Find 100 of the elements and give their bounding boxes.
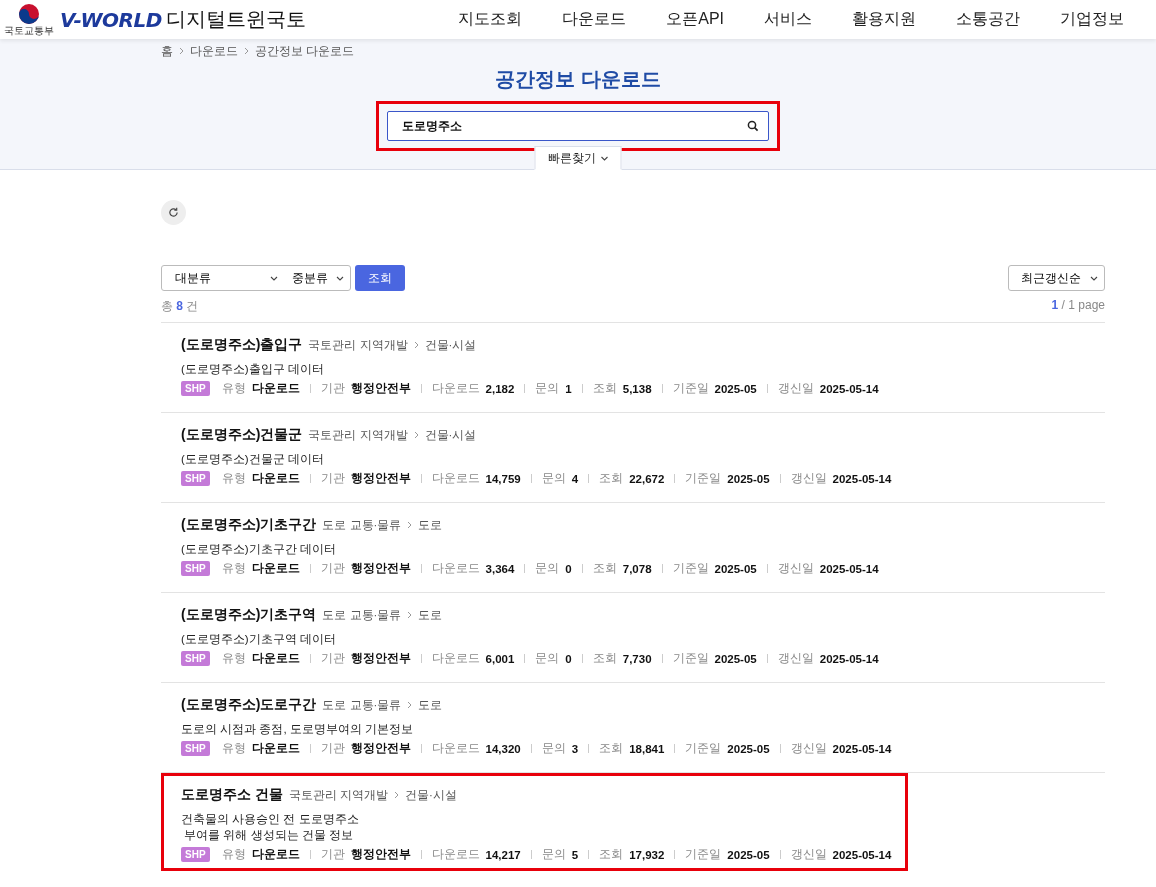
meta-label: 조회 bbox=[592, 651, 617, 666]
quick-find-tab[interactable]: 빠른찾기 bbox=[534, 146, 622, 170]
category-dropdown[interactable]: 대분류 bbox=[162, 266, 284, 290]
meta-label: 갱신일 bbox=[790, 847, 827, 862]
category-path: 건물·시설 bbox=[405, 787, 457, 803]
dataset-title[interactable]: (도로명주소)기초구역 bbox=[181, 606, 317, 624]
meta-value: 2025-05-14 bbox=[832, 742, 892, 755]
meta-value: 3,364 bbox=[485, 562, 515, 575]
meta-value: 다운로드 bbox=[251, 651, 300, 666]
breadcrumb-link[interactable]: 공간정보 다운로드 bbox=[255, 42, 355, 60]
meta-value: 2025-05-14 bbox=[819, 562, 879, 575]
meta-label: 기준일 bbox=[685, 741, 722, 756]
category-path: 국토관리 지역개발 bbox=[308, 337, 408, 353]
meta-label: 조회 bbox=[599, 847, 624, 862]
category-path: 도로 bbox=[418, 607, 443, 623]
meta-label: 유형 bbox=[221, 471, 246, 486]
meta-label: 조회 bbox=[592, 561, 617, 576]
meta-label: 기관 bbox=[320, 651, 345, 666]
result-card[interactable]: (도로명주소)기초구역 도로 교통·물류 도로 (도로명주소)기초구역 데이터 SHP 유형 다운로드 기관 행정안전부 다운로드 6,001 문의 0 조회 7,730 기준일 2025-05 갱신일 2025-05-14 bbox=[161, 593, 908, 682]
refresh-icon bbox=[168, 207, 179, 218]
category-path: 국토관리 지역개발 bbox=[288, 787, 389, 803]
nav-link[interactable]: 소통공간 bbox=[936, 9, 1040, 30]
nav-link[interactable]: 오픈API bbox=[646, 9, 744, 30]
format-badge: SHP bbox=[181, 847, 210, 862]
meta-value: 행정안전부 bbox=[350, 741, 411, 756]
category-path: 도로 bbox=[418, 697, 443, 713]
result-card[interactable]: (도로명주소)도로구간 도로 교통·물류 도로 도로의 시점과 종점, 도로명부여의 기본정보 SHP 유형 다운로드 기관 행정안전부 다운로드 14,320 문의 3 조회 18,841 기준일 2025-05 갱신일 2025-05-14 bbox=[161, 683, 908, 772]
nav-link[interactable]: 기업정보 bbox=[1040, 9, 1144, 30]
meta-label: 문의 bbox=[541, 471, 566, 486]
meta-value: 4 bbox=[571, 472, 579, 485]
result-card[interactable]: (도로명주소)출입구 국토관리 지역개발 건물·시설 (도로명주소)출입구 데이터 SHP 유형 다운로드 기관 행정안전부 다운로드 2,182 문의 1 조회 5,138 기준일 2025-05 갱신일 2025-05-14 bbox=[161, 323, 908, 412]
dataset-title[interactable]: (도로명주소)도로구간 bbox=[181, 696, 317, 714]
dataset-description: (도로명주소)기초구역 데이터 bbox=[181, 632, 337, 647]
meta-label: 조회 bbox=[599, 741, 624, 756]
format-badge: SHP bbox=[181, 561, 210, 576]
subcategory-dropdown[interactable]: 중분류 bbox=[284, 266, 350, 290]
dataset-description: 건축물의 사용승인 전 도로명주소 부여를 위해 생성되는 건물 정보 bbox=[181, 812, 360, 843]
category-path: 도로 교통·물류 bbox=[322, 697, 402, 713]
meta-label: 기준일 bbox=[672, 381, 709, 396]
logo[interactable]: V-WORLD bbox=[60, 7, 162, 32]
dataset-description: (도로명주소)출입구 데이터 bbox=[181, 362, 325, 377]
page-indicator: 1 / 1 page bbox=[1051, 298, 1105, 314]
meta-label: 다운로드 bbox=[431, 381, 480, 396]
refresh-button[interactable] bbox=[161, 200, 186, 225]
nav-link[interactable]: 서비스 bbox=[744, 9, 832, 30]
emblem-icon bbox=[18, 3, 40, 25]
meta-label: 기관 bbox=[320, 741, 345, 756]
dataset-description: (도로명주소)건물군 데이터 bbox=[181, 452, 325, 467]
meta-value: 2025-05 bbox=[727, 742, 770, 755]
meta-label: 기관 bbox=[320, 561, 345, 576]
format-badge: SHP bbox=[181, 651, 210, 666]
dataset-title[interactable]: (도로명주소)건물군 bbox=[181, 426, 303, 444]
meta-value: 행정안전부 bbox=[350, 561, 411, 576]
category-path: 건물·시설 bbox=[424, 337, 477, 353]
nav-link[interactable]: 다운로드 bbox=[542, 9, 647, 30]
meta-value: 7,730 bbox=[622, 652, 652, 665]
search-icon[interactable] bbox=[747, 120, 759, 132]
meta-label: 문의 bbox=[541, 741, 566, 756]
meta-value: 2025-05 bbox=[727, 472, 770, 485]
meta-label: 갱신일 bbox=[790, 471, 827, 486]
dataset-title[interactable]: (도로명주소)기초구간 bbox=[181, 516, 317, 534]
meta-label: 다운로드 bbox=[431, 651, 480, 666]
meta-value: 7,078 bbox=[622, 562, 652, 575]
result-card[interactable]: (도로명주소)건물군 국토관리 지역개발 건물·시설 (도로명주소)건물군 데이터 SHP 유형 다운로드 기관 행정안전부 다운로드 14,759 문의 4 조회 22,672 기준일 2025-05 갱신일 2025-05-14 bbox=[161, 413, 908, 502]
format-badge: SHP bbox=[181, 741, 210, 756]
category-path: 도로 교통·물류 bbox=[322, 517, 402, 533]
meta-label: 기관 bbox=[320, 381, 345, 396]
meta-label: 다운로드 bbox=[431, 847, 480, 862]
meta-value: 다운로드 bbox=[251, 741, 300, 756]
meta-label: 다운로드 bbox=[431, 561, 480, 576]
chevron-icon bbox=[407, 701, 413, 709]
sort-dropdown[interactable]: 최근갱신순 bbox=[1008, 265, 1105, 291]
meta-label: 갱신일 bbox=[777, 651, 814, 666]
category-path: 도로 교통·물류 bbox=[322, 607, 402, 623]
meta-label: 유형 bbox=[221, 381, 246, 396]
meta-value: 14,217 bbox=[485, 848, 521, 861]
result-card[interactable]: 도로명주소 건물 국토관리 지역개발 건물·시설 건축물의 사용승인 전 도로명주소 부여를 위해 생성되는 건물 정보 SHP 유형 다운로드 기관 행정안전부 다운로드 14,217 문의 5 조회 17,932 기준일 2025-05 갱신일 2025-05-14 bbox=[161, 773, 908, 871]
dataset-description: (도로명주소)기초구간 데이터 bbox=[181, 542, 337, 557]
nav-link[interactable]: 활용지원 bbox=[832, 9, 936, 30]
meta-value: 18,841 bbox=[629, 742, 665, 755]
chevron-icon bbox=[407, 611, 413, 619]
meta-value: 14,759 bbox=[485, 472, 521, 485]
chevron-icon bbox=[413, 341, 419, 349]
breadcrumb-link[interactable]: 홈 bbox=[161, 42, 173, 60]
meta-value: 2025-05-14 bbox=[832, 848, 892, 861]
meta-value: 다운로드 bbox=[251, 847, 300, 862]
breadcrumb-link[interactable]: 다운로드 bbox=[190, 42, 238, 60]
meta-value: 22,672 bbox=[629, 472, 665, 485]
meta-label: 문의 bbox=[535, 381, 560, 396]
nav-link[interactable]: 지도조회 bbox=[438, 9, 543, 30]
meta-label: 유형 bbox=[221, 651, 246, 666]
meta-value: 행정안전부 bbox=[350, 651, 411, 666]
dataset-title[interactable]: 도로명주소 건물 bbox=[181, 786, 283, 804]
search-button[interactable]: 조회 bbox=[355, 265, 405, 291]
dataset-title[interactable]: (도로명주소)출입구 bbox=[181, 336, 303, 354]
search-field[interactable]: 도로명주소 bbox=[387, 111, 769, 141]
meta-value: 17,932 bbox=[629, 848, 665, 861]
meta-value: 6,001 bbox=[485, 652, 515, 665]
meta-label: 유형 bbox=[221, 741, 246, 756]
result-card[interactable]: (도로명주소)기초구간 도로 교통·물류 도로 (도로명주소)기초구간 데이터 SHP 유형 다운로드 기관 행정안전부 다운로드 3,364 문의 0 조회 7,078 기준일 2025-05 갱신일 2025-05-14 bbox=[161, 503, 908, 592]
